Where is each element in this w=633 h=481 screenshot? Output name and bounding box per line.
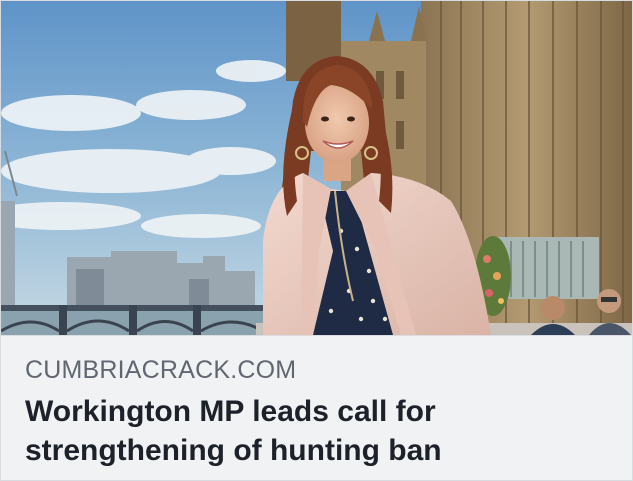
source-domain: CUMBRIACRACK.COM (25, 356, 297, 384)
link-preview-caption[interactable]: CUMBRIACRACK.COM Workington MP leads cal… (1, 335, 632, 480)
preview-image[interactable] (1, 1, 632, 335)
link-preview-card[interactable]: CUMBRIACRACK.COM Workington MP leads cal… (0, 0, 633, 481)
article-headline[interactable]: Workington MP leads call for strengtheni… (25, 392, 610, 470)
